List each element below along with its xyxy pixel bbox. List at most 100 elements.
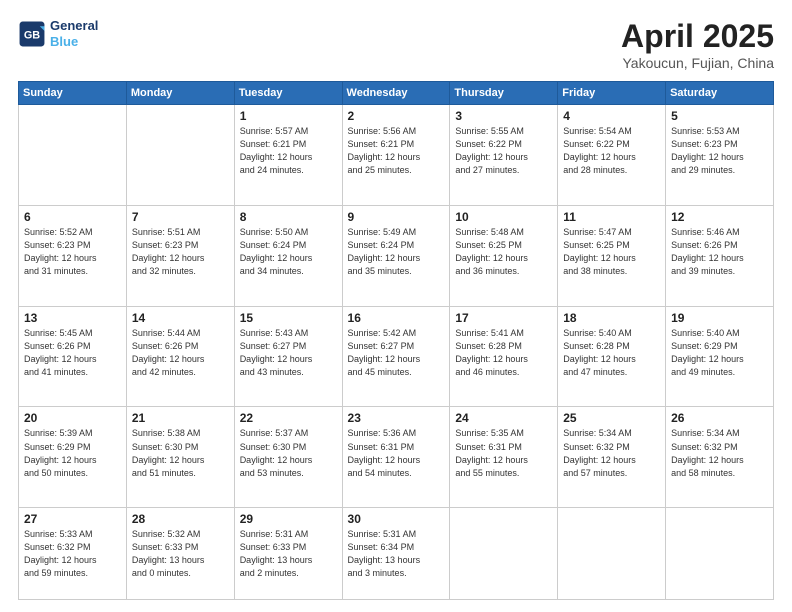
day-number: 15 [240,311,337,325]
day-cell-29: 29Sunrise: 5:31 AM Sunset: 6:33 PM Dayli… [234,508,342,600]
empty-cell [126,105,234,206]
day-number: 13 [24,311,121,325]
day-info: Sunrise: 5:33 AM Sunset: 6:32 PM Dayligh… [24,528,121,580]
day-info: Sunrise: 5:53 AM Sunset: 6:23 PM Dayligh… [671,125,768,177]
day-info: Sunrise: 5:48 AM Sunset: 6:25 PM Dayligh… [455,226,552,278]
day-number: 4 [563,109,660,123]
day-info: Sunrise: 5:49 AM Sunset: 6:24 PM Dayligh… [348,226,445,278]
day-number: 19 [671,311,768,325]
day-cell-13: 13 Sunrise: 5:45 AM Sunset: 6:26 PM Dayli… [19,306,127,407]
day-info: Sunrise: 5:31 AM Sunset: 6:34 PM Dayligh… [348,528,445,580]
day-number: 26 [671,411,768,425]
day-cell-18: 18 Sunrise: 5:40 AM Sunset: 6:28 PM Dayli… [558,306,666,407]
week-row-1: 1Sunrise: 5:57 AM Sunset: 6:21 PM Daylig… [19,105,774,206]
month-title: April 2025 [621,18,774,55]
week-row-4: 20 Sunrise: 5:39 AM Sunset: 6:29 PM Dayli… [19,407,774,508]
day-number: 7 [132,210,229,224]
day-info: Sunrise: 5:37 AM Sunset: 6:30 PM Dayligh… [240,427,337,479]
day-cell-22: 22Sunrise: 5:37 AM Sunset: 6:30 PM Dayli… [234,407,342,508]
day-number: 21 [132,411,229,425]
day-info: Sunrise: 5:40 AM Sunset: 6:29 PM Dayligh… [671,327,768,379]
page: GB General Blue April 2025 Yakoucun, Fuj… [0,0,792,612]
day-info: Sunrise: 5:54 AM Sunset: 6:22 PM Dayligh… [563,125,660,177]
day-cell-2: 2 Sunrise: 5:56 AM Sunset: 6:21 PM Daylig… [342,105,450,206]
day-number: 10 [455,210,552,224]
day-cell-14: 14 Sunrise: 5:44 AM Sunset: 6:26 PM Dayli… [126,306,234,407]
day-number: 2 [348,109,445,123]
day-info: Sunrise: 5:40 AM Sunset: 6:28 PM Dayligh… [563,327,660,379]
header: GB General Blue April 2025 Yakoucun, Fuj… [18,18,774,71]
weekday-friday: Friday [558,82,666,105]
day-cell-19: 19 Sunrise: 5:40 AM Sunset: 6:29 PM Dayli… [666,306,774,407]
day-number: 16 [348,311,445,325]
empty-cell [19,105,127,206]
weekday-sunday: Sunday [19,82,127,105]
weekday-saturday: Saturday [666,82,774,105]
calendar-table: SundayMondayTuesdayWednesdayThursdayFrid… [18,81,774,600]
day-cell-17: 17 Sunrise: 5:41 AM Sunset: 6:28 PM Dayli… [450,306,558,407]
day-cell-6: 6Sunrise: 5:52 AM Sunset: 6:23 PM Daylig… [19,205,127,306]
week-row-3: 13 Sunrise: 5:45 AM Sunset: 6:26 PM Dayli… [19,306,774,407]
day-info: Sunrise: 5:56 AM Sunset: 6:21 PM Dayligh… [348,125,445,177]
day-number: 3 [455,109,552,123]
day-number: 25 [563,411,660,425]
day-info: Sunrise: 5:42 AM Sunset: 6:27 PM Dayligh… [348,327,445,379]
day-cell-3: 3 Sunrise: 5:55 AM Sunset: 6:22 PM Daylig… [450,105,558,206]
weekday-monday: Monday [126,82,234,105]
day-info: Sunrise: 5:39 AM Sunset: 6:29 PM Dayligh… [24,427,121,479]
day-cell-12: 12Sunrise: 5:46 AM Sunset: 6:26 PM Dayli… [666,205,774,306]
day-cell-25: 25 Sunrise: 5:34 AM Sunset: 6:32 PM Dayli… [558,407,666,508]
day-number: 5 [671,109,768,123]
day-number: 24 [455,411,552,425]
day-number: 20 [24,411,121,425]
empty-cell [666,508,774,600]
logo-icon: GB [18,20,46,48]
day-cell-7: 7 Sunrise: 5:51 AM Sunset: 6:23 PM Daylig… [126,205,234,306]
day-number: 9 [348,210,445,224]
empty-cell [450,508,558,600]
day-cell-4: 4 Sunrise: 5:54 AM Sunset: 6:22 PM Daylig… [558,105,666,206]
day-info: Sunrise: 5:32 AM Sunset: 6:33 PM Dayligh… [132,528,229,580]
day-cell-11: 11 Sunrise: 5:47 AM Sunset: 6:25 PM Dayli… [558,205,666,306]
day-number: 12 [671,210,768,224]
day-cell-16: 16 Sunrise: 5:42 AM Sunset: 6:27 PM Dayli… [342,306,450,407]
empty-cell [558,508,666,600]
day-info: Sunrise: 5:34 AM Sunset: 6:32 PM Dayligh… [671,427,768,479]
day-number: 14 [132,311,229,325]
day-cell-9: 9 Sunrise: 5:49 AM Sunset: 6:24 PM Daylig… [342,205,450,306]
day-info: Sunrise: 5:55 AM Sunset: 6:22 PM Dayligh… [455,125,552,177]
day-info: Sunrise: 5:34 AM Sunset: 6:32 PM Dayligh… [563,427,660,479]
day-cell-27: 27Sunrise: 5:33 AM Sunset: 6:32 PM Dayli… [19,508,127,600]
day-info: Sunrise: 5:36 AM Sunset: 6:31 PM Dayligh… [348,427,445,479]
day-cell-20: 20 Sunrise: 5:39 AM Sunset: 6:29 PM Dayli… [19,407,127,508]
day-number: 18 [563,311,660,325]
week-row-5: 27Sunrise: 5:33 AM Sunset: 6:32 PM Dayli… [19,508,774,600]
day-info: Sunrise: 5:51 AM Sunset: 6:23 PM Dayligh… [132,226,229,278]
day-cell-23: 23 Sunrise: 5:36 AM Sunset: 6:31 PM Dayli… [342,407,450,508]
day-info: Sunrise: 5:35 AM Sunset: 6:31 PM Dayligh… [455,427,552,479]
day-cell-8: 8Sunrise: 5:50 AM Sunset: 6:24 PM Daylig… [234,205,342,306]
day-number: 29 [240,512,337,526]
logo-text: General Blue [50,18,98,49]
day-info: Sunrise: 5:38 AM Sunset: 6:30 PM Dayligh… [132,427,229,479]
day-info: Sunrise: 5:52 AM Sunset: 6:23 PM Dayligh… [24,226,121,278]
day-info: Sunrise: 5:44 AM Sunset: 6:26 PM Dayligh… [132,327,229,379]
day-info: Sunrise: 5:41 AM Sunset: 6:28 PM Dayligh… [455,327,552,379]
location-title: Yakoucun, Fujian, China [621,55,774,71]
day-number: 17 [455,311,552,325]
day-info: Sunrise: 5:43 AM Sunset: 6:27 PM Dayligh… [240,327,337,379]
title-block: April 2025 Yakoucun, Fujian, China [621,18,774,71]
day-info: Sunrise: 5:47 AM Sunset: 6:25 PM Dayligh… [563,226,660,278]
day-number: 11 [563,210,660,224]
weekday-wednesday: Wednesday [342,82,450,105]
day-cell-10: 10 Sunrise: 5:48 AM Sunset: 6:25 PM Dayli… [450,205,558,306]
day-info: Sunrise: 5:45 AM Sunset: 6:26 PM Dayligh… [24,327,121,379]
day-number: 23 [348,411,445,425]
logo: GB General Blue [18,18,98,49]
day-cell-30: 30Sunrise: 5:31 AM Sunset: 6:34 PM Dayli… [342,508,450,600]
day-cell-26: 26 Sunrise: 5:34 AM Sunset: 6:32 PM Dayli… [666,407,774,508]
day-info: Sunrise: 5:50 AM Sunset: 6:24 PM Dayligh… [240,226,337,278]
day-cell-15: 15 Sunrise: 5:43 AM Sunset: 6:27 PM Dayli… [234,306,342,407]
day-info: Sunrise: 5:57 AM Sunset: 6:21 PM Dayligh… [240,125,337,177]
day-cell-24: 24 Sunrise: 5:35 AM Sunset: 6:31 PM Dayli… [450,407,558,508]
